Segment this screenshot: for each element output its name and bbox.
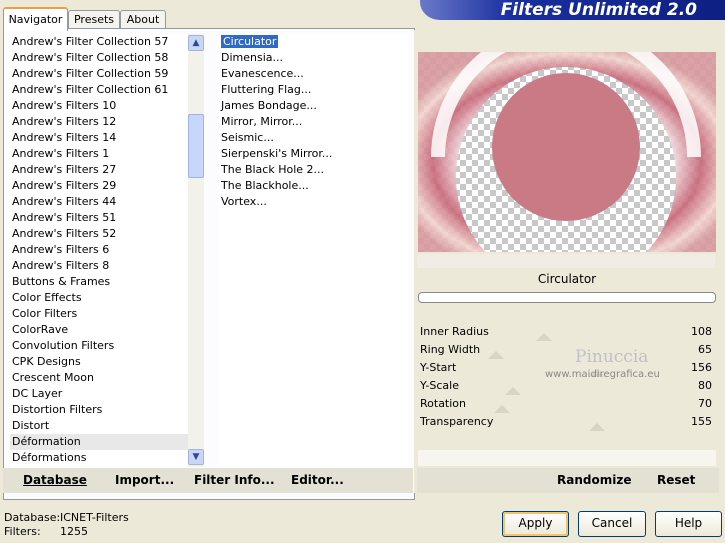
params-empty-area bbox=[418, 450, 716, 466]
status-database-value: ICNET-Filters bbox=[60, 511, 129, 524]
preview-divider bbox=[417, 254, 715, 268]
param-name: Inner Radius bbox=[420, 325, 489, 338]
preview-graphic bbox=[418, 52, 716, 252]
app-title: Filters Unlimited 2.0 bbox=[500, 0, 697, 20]
param-name: Y-Start bbox=[420, 361, 457, 374]
category-item[interactable]: CPK Designs bbox=[10, 354, 188, 370]
param-value: 108 bbox=[691, 325, 712, 338]
category-item[interactable]: Distortion Filters bbox=[10, 402, 188, 418]
param-value: 70 bbox=[698, 397, 712, 410]
category-item[interactable]: Déformation bbox=[10, 434, 188, 450]
param-name: Rotation bbox=[420, 397, 467, 410]
slider-thumb[interactable] bbox=[504, 387, 521, 395]
param-slider-row[interactable]: Transparency 155 bbox=[418, 413, 716, 431]
category-item[interactable]: Andrew's Filter Collection 59 bbox=[10, 66, 188, 82]
category-item[interactable]: Andrew's Filters 27 bbox=[10, 162, 188, 178]
category-item[interactable]: Distort bbox=[10, 418, 188, 434]
filter-item[interactable]: Mirror, Mirror... bbox=[219, 114, 409, 130]
category-scrollbar[interactable]: ▲ ▼ bbox=[188, 34, 204, 467]
right-toolbar: Randomize Reset bbox=[417, 468, 719, 493]
category-item[interactable]: Andrew's Filters 12 bbox=[10, 114, 188, 130]
category-item[interactable]: Andrew's Filter Collection 61 bbox=[10, 82, 188, 98]
filter-item[interactable]: Vortex... bbox=[219, 194, 409, 210]
randomize-button[interactable]: Randomize bbox=[557, 468, 631, 493]
slider-thumb[interactable] bbox=[535, 333, 552, 341]
progress-bar bbox=[418, 292, 716, 303]
import-button[interactable]: Import... bbox=[115, 468, 174, 493]
category-item[interactable]: Andrew's Filters 6 bbox=[10, 242, 188, 258]
param-slider-row[interactable]: Rotation 70 bbox=[418, 395, 716, 413]
help-button[interactable]: Help bbox=[655, 511, 722, 537]
left-toolbar: Database Import... Filter Info... Editor… bbox=[3, 468, 413, 493]
slider-thumb[interactable] bbox=[493, 405, 510, 413]
reset-button[interactable]: Reset bbox=[657, 468, 695, 493]
category-item[interactable]: Déformations bbox=[10, 450, 188, 466]
status-database-label: Database: bbox=[4, 511, 61, 524]
category-item[interactable]: Crescent Moon bbox=[10, 370, 188, 386]
cancel-button[interactable]: Cancel bbox=[578, 511, 646, 537]
watermark-name: Pinuccia bbox=[575, 347, 649, 367]
filter-item[interactable]: Sierpenski's Mirror... bbox=[219, 146, 409, 162]
scroll-thumb[interactable] bbox=[188, 114, 204, 178]
status-filters-value: 1255 bbox=[60, 525, 88, 538]
category-item[interactable]: DC Layer bbox=[10, 386, 188, 402]
preview-image bbox=[418, 52, 716, 252]
slider-thumb[interactable] bbox=[588, 423, 605, 431]
scroll-up-button[interactable]: ▲ bbox=[188, 35, 204, 51]
filter-item[interactable]: Circulator bbox=[219, 34, 409, 50]
param-name: Transparency bbox=[420, 415, 494, 428]
category-item[interactable]: ColorRave bbox=[10, 322, 188, 338]
param-name: Y-Scale bbox=[420, 379, 459, 392]
category-item[interactable]: Andrew's Filters 52 bbox=[10, 226, 188, 242]
filter-item[interactable]: James Bondage... bbox=[219, 98, 409, 114]
param-value: 80 bbox=[698, 379, 712, 392]
watermark-url: www.maidiregrafica.eu bbox=[545, 369, 660, 380]
category-item[interactable]: Color Filters bbox=[10, 306, 188, 322]
category-item[interactable]: Andrew's Filters 44 bbox=[10, 194, 188, 210]
param-name: Ring Width bbox=[420, 343, 481, 356]
category-item[interactable]: Color Effects bbox=[10, 290, 188, 306]
filter-item[interactable]: Evanescence... bbox=[219, 66, 409, 82]
filter-item[interactable]: Dimensia... bbox=[219, 50, 409, 66]
filter-item[interactable]: The Black Hole 2... bbox=[219, 162, 409, 178]
param-value: 156 bbox=[691, 361, 712, 374]
tab-navigator[interactable]: Navigator bbox=[3, 7, 68, 31]
header-banner: Filters Unlimited 2.0 bbox=[420, 0, 725, 20]
category-item[interactable]: Convolution Filters bbox=[10, 338, 188, 354]
database-button[interactable]: Database bbox=[23, 468, 87, 493]
scroll-down-button[interactable]: ▼ bbox=[188, 449, 204, 465]
category-item[interactable]: Andrew's Filter Collection 58 bbox=[10, 50, 188, 66]
param-value: 155 bbox=[691, 415, 712, 428]
category-item[interactable]: Andrew's Filter Collection 57 bbox=[10, 34, 188, 50]
filter-item[interactable]: Seismic... bbox=[219, 130, 409, 146]
filter-list[interactable]: Circulator Dimensia... Evanescence... Flutt… bbox=[219, 34, 409, 467]
apply-button[interactable]: Apply bbox=[502, 511, 569, 537]
slider-thumb[interactable] bbox=[488, 351, 504, 359]
category-item[interactable]: Andrew's Filters 51 bbox=[10, 210, 188, 226]
category-item[interactable]: Andrew's Filters 29 bbox=[10, 178, 188, 194]
filter-name-label: Circulator bbox=[537, 272, 597, 286]
filter-info-button[interactable]: Filter Info... bbox=[194, 468, 275, 493]
filter-item[interactable]: The Blackhole... bbox=[219, 178, 409, 194]
editor-button[interactable]: Editor... bbox=[291, 468, 344, 493]
category-item[interactable]: Andrew's Filters 14 bbox=[10, 130, 188, 146]
tab-about[interactable]: About bbox=[120, 10, 166, 29]
tab-presets[interactable]: Presets bbox=[68, 10, 120, 29]
param-value: 65 bbox=[698, 343, 712, 356]
category-item[interactable]: Andrew's Filters 10 bbox=[10, 98, 188, 114]
param-slider-row[interactable]: Inner Radius 108 bbox=[418, 323, 716, 341]
param-slider-row[interactable]: Ring Width 65 bbox=[418, 341, 716, 359]
status-filters-label: Filters: bbox=[4, 525, 41, 538]
category-item[interactable]: Buttons & Frames bbox=[10, 274, 188, 290]
category-item[interactable]: Andrew's Filters 8 bbox=[10, 258, 188, 274]
category-list[interactable]: Andrew's Filter Collection 57 Andrew's Fi… bbox=[10, 34, 188, 467]
category-item[interactable]: Andrew's Filters 1 bbox=[10, 146, 188, 162]
filter-item[interactable]: Fluttering Flag... bbox=[219, 82, 409, 98]
